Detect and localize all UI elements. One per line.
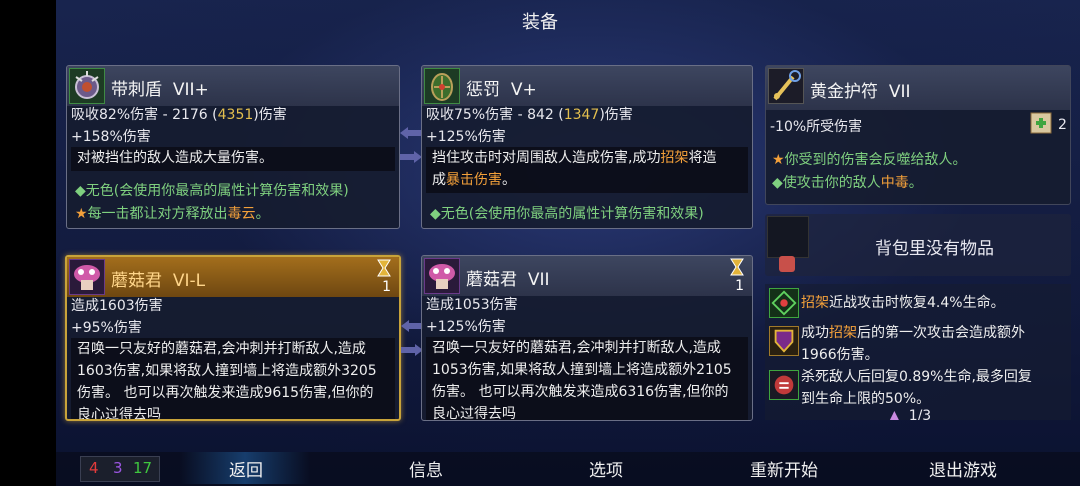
item-description: 召唤一只友好的蘑菇君,会冲刺并打断敌人,造成 1603伤害,如果将敌人撞到墙上将…: [71, 338, 395, 419]
item-card-spiked-shield[interactable]: 带刺盾 VII+ 吸收82%伤害 - 2176 (4351)伤害 +158%伤害…: [66, 65, 400, 229]
item-stat-primary: 造成1053伤害: [426, 297, 518, 313]
mushroom-icon: [424, 258, 460, 294]
backpack-panel[interactable]: 背包里没有物品: [765, 214, 1071, 276]
item-trait-affix: ★你受到的伤害会反噬给敌人。: [772, 152, 967, 168]
survival-count: 17: [133, 459, 153, 477]
shield-icon: [69, 68, 105, 104]
star-icon: ★: [772, 152, 785, 168]
item-card-mushroom-boi[interactable]: 蘑菇君 VII 1 造成1053伤害 +125%伤害 召唤一只友好的蘑菇君,会冲…: [421, 255, 753, 421]
screen-title: 装备: [522, 12, 558, 33]
item-description: 挡住攻击时对周围敌人造成伤害,成功招架将造 成暴击伤害。: [426, 147, 748, 193]
item-name: 蘑菇君 VII: [466, 270, 550, 290]
amulet-icon: [768, 68, 804, 104]
backpack-icon: [779, 256, 795, 272]
swap-left-arrow-icon: [400, 127, 422, 139]
item-name: 带刺盾 VII+: [111, 80, 209, 100]
kill-heal-mutation-icon[interactable]: [769, 370, 799, 400]
options-button[interactable]: 选项: [589, 456, 623, 481]
backpack-empty-text: 背包里没有物品: [875, 239, 994, 259]
skill-charge-count: 1: [382, 279, 391, 295]
brutality-count: 4: [89, 459, 99, 477]
item-stat-primary: 吸收82%伤害 - 2176 (4351)伤害: [71, 107, 287, 123]
item-name: 蘑菇君 VI-L: [111, 271, 206, 291]
item-name: 黄金护符 VII: [810, 82, 911, 102]
swap-left-arrow-icon: [401, 320, 423, 332]
screen-edge: [0, 0, 56, 486]
item-stat-primary: -10%所受伤害: [770, 119, 863, 135]
skill-charge-count: 1: [735, 278, 744, 294]
hourglass-icon: [377, 259, 391, 277]
item-stat-bonus: +158%伤害: [71, 129, 151, 145]
item-description: 对被挡住的敌人造成大量伤害。: [71, 147, 395, 171]
swap-right-arrow-icon: [400, 151, 422, 163]
item-stat-primary: 吸收75%伤害 - 842 (1347)伤害: [426, 107, 633, 123]
counterattack-mutation-icon[interactable]: [769, 326, 799, 356]
mutation-text: 招架近战攻击时恢复4.4%生命。: [801, 295, 1005, 311]
mutation-text: 杀死敌人后回复0.89%生命,最多回复 到生命上限的50%。: [801, 369, 1032, 407]
item-name: 惩罚 V+: [466, 80, 537, 100]
item-stat-bonus: +125%伤害: [426, 319, 506, 335]
parry-mutation-icon[interactable]: [769, 288, 799, 318]
mutation-page-indicator[interactable]: ▲ 1/3: [889, 408, 931, 420]
stat-scrolls-display: 4 3 17: [80, 456, 160, 482]
item-card-mushroom-boi-selected[interactable]: 蘑菇君 VI-L 1 造成1603伤害 +95%伤害 召唤一只友好的蘑菇君,会冲…: [65, 255, 401, 421]
mutation-text: 成功招架后的第一次攻击会造成额外 1966伤害。: [801, 325, 1025, 363]
item-stat-primary: 造成1603伤害: [71, 298, 163, 314]
swap-right-arrow-icon: [401, 344, 423, 356]
back-button[interactable]: 返回: [229, 456, 263, 481]
item-card-punishment[interactable]: 惩罚 V+ 吸收75%伤害 - 842 (1347)伤害 +125%伤害 挡住攻…: [421, 65, 753, 229]
item-trait-poison: ◆使攻击你的敌人中毒。: [772, 175, 923, 191]
item-stat-bonus: +125%伤害: [426, 129, 506, 145]
item-description: 召唤一只友好的蘑菇君,会冲刺并打断敌人,造成 1053伤害,如果将敌人撞到墙上将…: [426, 337, 748, 420]
hourglass-icon: [730, 258, 744, 276]
tactics-count: 3: [113, 459, 123, 477]
mushroom-icon: [69, 259, 105, 295]
scroll-count: 2: [1058, 117, 1067, 133]
item-card-golden-amulet[interactable]: 黄金护符 VII -10%所受伤害 2 ★你受到的伤害会反噬给敌人。 ◆使攻击你…: [765, 65, 1071, 205]
backpack-slot[interactable]: [767, 216, 809, 258]
mutations-panel: 招架近战攻击时恢复4.4%生命。 成功招架后的第一次攻击会造成额外 1966伤害。…: [765, 284, 1071, 420]
item-trait-colorless: ◆无色(会使用你最高的属性计算伤害和效果): [75, 183, 349, 199]
shield-icon: [424, 68, 460, 104]
item-trait-affix: ★每一击都让对方释放出毒云。: [75, 206, 270, 222]
info-button[interactable]: 信息: [409, 456, 443, 481]
star-icon: ★: [75, 206, 88, 222]
scroll-icon: [1028, 110, 1054, 136]
item-stat-bonus: +95%伤害: [71, 320, 142, 336]
restart-button[interactable]: 重新开始: [750, 456, 818, 481]
item-trait-colorless: ◆无色(会使用你最高的属性计算伤害和效果): [430, 206, 704, 222]
quit-game-button[interactable]: 退出游戏: [929, 456, 997, 481]
